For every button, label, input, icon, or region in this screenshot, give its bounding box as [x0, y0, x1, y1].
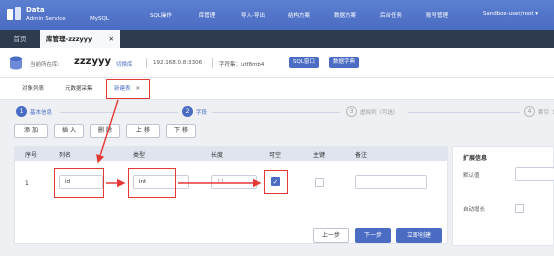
menu-import-export[interactable]: 导入-导出 — [230, 11, 276, 19]
wizard-steps: 1 基本信息 2 字段 3 虚拟列（可选） 4 索引（可 — [0, 104, 554, 120]
step-number: 3 — [346, 106, 357, 117]
tab-db-manage-label: 库管理-zzzyyy — [46, 35, 93, 43]
charset: 字符集：utf8mb4 — [219, 62, 265, 68]
brand-db-type: MySQL — [90, 16, 109, 22]
menu-account[interactable]: 账号管理 — [414, 11, 460, 19]
move-up-button[interactable]: 上 移 — [126, 124, 160, 138]
close-icon[interactable]: ✕ — [109, 30, 114, 48]
step-label: 字段 — [196, 110, 208, 116]
db-info-bar: 当前所在库: zzzyyy 切换库 192.168.0.8:3306 字符集：u… — [0, 48, 554, 78]
move-down-button[interactable]: 下 移 — [166, 124, 196, 138]
col-header-length: 长度 — [211, 152, 224, 159]
column-length-input[interactable]: 11 — [211, 175, 257, 189]
highlight-column-name — [54, 168, 104, 198]
tab-object-list[interactable]: 对象列表 — [22, 78, 44, 100]
tab-metadata[interactable]: 元数据采集 — [65, 78, 93, 100]
prev-step-button[interactable]: 上一步 — [313, 228, 349, 243]
tab-home[interactable]: 首页 — [0, 30, 40, 48]
current-db-name: zzzyyy — [74, 56, 112, 67]
step-connector — [212, 112, 340, 113]
create-now-button[interactable]: 立即创建 — [396, 228, 442, 243]
default-value-input[interactable] — [515, 167, 554, 181]
highlight-column-type — [128, 168, 176, 198]
menu-db-manage[interactable]: 库管理 — [184, 11, 230, 19]
col-header-nullable: 可空 — [269, 152, 282, 159]
sub-tab-bar: 对象列表 元数据采集 新建表 ✕ — [0, 78, 554, 100]
host-address: 192.168.0.8:3306 — [153, 60, 203, 66]
insert-button[interactable]: 插 入 — [54, 124, 84, 138]
step-connector — [408, 112, 520, 113]
menu-data-plan[interactable]: 数据方案 — [322, 11, 368, 19]
tab-db-manage[interactable]: 库管理-zzzyyy ✕ — [40, 30, 120, 48]
current-db-label: 当前所在库: — [30, 62, 60, 68]
auto-increment-checkbox[interactable] — [515, 204, 524, 213]
step-label: 索引（可 — [538, 110, 554, 116]
top-nav-bar: Data Admin Service MySQL SQL操作 库管理 导入-导出… — [0, 0, 554, 30]
column-comment-input[interactable] — [355, 175, 427, 189]
data-logo-icon — [7, 7, 21, 20]
extended-info-title: 扩展信息 — [463, 155, 488, 162]
extended-info-panel: 扩展信息 默认值 自动增长 — [452, 146, 554, 246]
divider — [212, 58, 213, 68]
database-icon — [10, 56, 22, 70]
chevron-down-icon: ⌄ — [179, 179, 184, 185]
sql-window-button[interactable]: SQL窗口 — [289, 57, 319, 68]
step-number: 4 — [524, 106, 535, 117]
delete-button[interactable]: 删 除 — [90, 124, 120, 138]
page-tab-bar: 首页 库管理-zzzyyy ✕ — [0, 30, 554, 48]
step-connector — [60, 112, 178, 113]
menu-sql[interactable]: SQL操作 — [138, 11, 184, 19]
default-value-label: 默认值 — [463, 173, 480, 179]
menu-schema[interactable]: 结构方案 — [276, 11, 322, 19]
row-index: 1 — [25, 180, 29, 187]
field-toolbar: 添 加 插 入 删 除 上 移 下 移 — [0, 124, 554, 140]
step-label: 基本信息 — [30, 110, 53, 116]
user-menu[interactable]: Sandbox-user/root ▾ — [483, 11, 538, 17]
grid-header: 序号 列名 类型 长度 可空 主键 备注 — [15, 147, 447, 161]
col-header-name: 列名 — [59, 152, 72, 159]
switch-db-link[interactable]: 切换库 — [116, 60, 133, 68]
brand-subtitle: Admin Service — [26, 16, 66, 22]
primary-key-checkbox[interactable] — [315, 178, 324, 187]
step-label: 虚拟列（可选） — [360, 110, 399, 116]
col-header-comment: 备注 — [355, 152, 368, 159]
col-header-primary: 主键 — [313, 152, 326, 159]
col-header-index: 序号 — [25, 152, 38, 159]
brand-name: Data — [26, 6, 45, 14]
top-menu: SQL操作 库管理 导入-导出 结构方案 数据方案 后台任务 账号管理 — [138, 11, 460, 19]
highlight-nullable — [264, 170, 288, 194]
step-number: 2 — [182, 106, 193, 117]
auto-increment-label: 自动增长 — [463, 207, 486, 213]
add-button[interactable]: 添 加 — [14, 124, 48, 138]
divider — [146, 58, 147, 68]
data-dict-button[interactable]: 数据字典 — [329, 57, 360, 68]
menu-tasks[interactable]: 后台任务 — [368, 11, 414, 19]
step-number: 1 — [16, 106, 27, 117]
next-step-button[interactable]: 下一步 — [355, 228, 391, 243]
col-header-type: 类型 — [133, 152, 146, 159]
highlight-new-table — [106, 79, 150, 99]
